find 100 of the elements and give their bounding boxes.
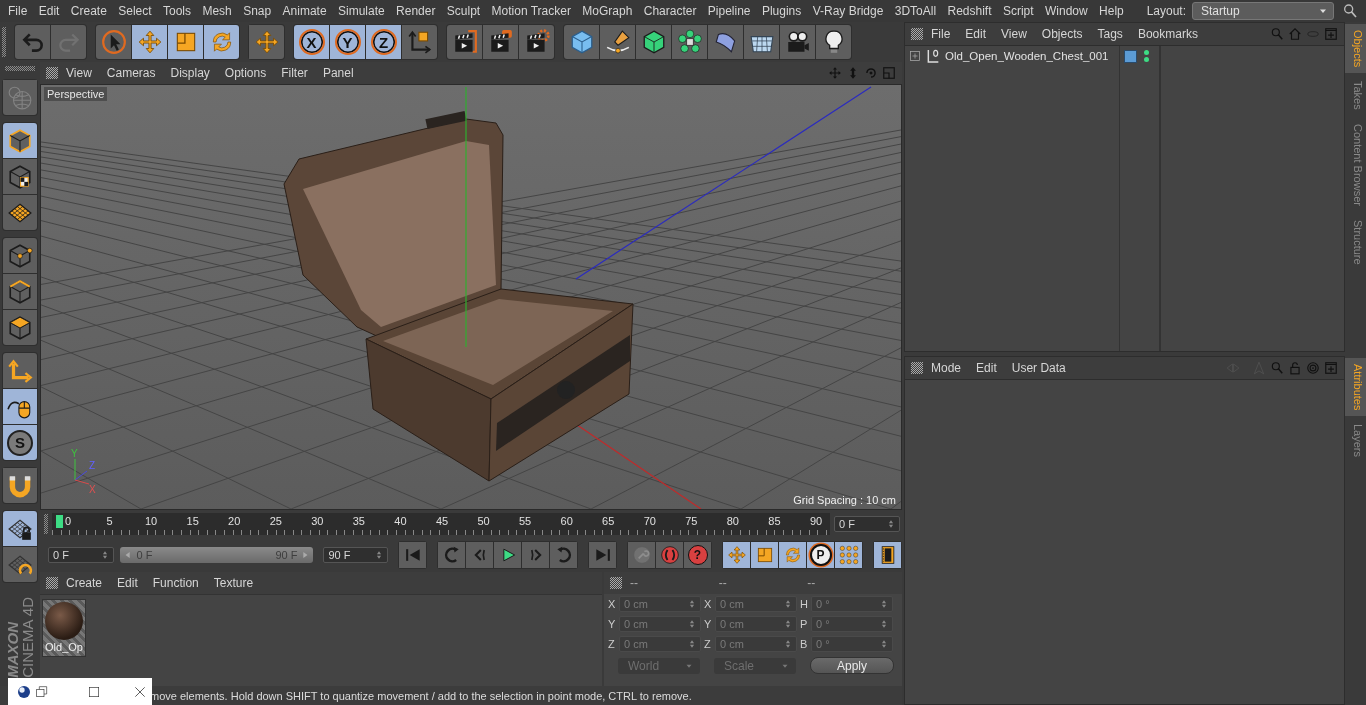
grip-icon[interactable]	[911, 28, 923, 40]
menu-item[interactable]: Plugins	[761, 4, 810, 18]
visibility-dot[interactable]	[1144, 50, 1149, 55]
layout-dropdown[interactable]: Startup	[1192, 2, 1334, 20]
spinner-icon[interactable]	[783, 639, 793, 649]
parameter-button[interactable]: P	[807, 542, 834, 568]
nav-rotate-icon[interactable]	[864, 66, 878, 80]
grip-icon[interactable]	[46, 577, 58, 589]
camera-button[interactable]	[780, 25, 815, 59]
home-icon[interactable]	[1288, 27, 1302, 41]
axis-corner-button[interactable]	[3, 353, 37, 388]
menu-item[interactable]: Snap	[243, 4, 280, 18]
menu-item[interactable]: File	[931, 27, 951, 41]
move-button[interactable]	[132, 25, 167, 59]
bulb-button[interactable]	[816, 25, 851, 59]
film-button[interactable]	[874, 542, 901, 568]
menu-item[interactable]: File	[8, 4, 36, 18]
menu-item[interactable]: View	[1001, 27, 1027, 41]
apply-button[interactable]: Apply	[810, 657, 894, 674]
side-tab[interactable]: Objects	[1345, 24, 1366, 74]
next-key-button[interactable]	[550, 542, 577, 568]
spinner-icon[interactable]	[879, 639, 889, 649]
dot-grid-button[interactable]	[835, 542, 862, 568]
play-button[interactable]	[494, 542, 521, 568]
axis-lock-button[interactable]: Z	[366, 25, 401, 59]
menu-item[interactable]: Edit	[965, 27, 987, 41]
workplane-grid-button[interactable]	[3, 195, 37, 230]
axis-lock-button[interactable]: X	[294, 25, 329, 59]
material-tag-icon[interactable]	[1124, 49, 1137, 63]
coordinate-system-button[interactable]	[402, 25, 437, 59]
spinner-icon[interactable]	[783, 619, 793, 629]
mouse-button[interactable]	[3, 389, 37, 424]
menu-item[interactable]: Sculpt	[446, 4, 489, 18]
rotate-button[interactable]	[779, 542, 806, 568]
menu-item[interactable]: Help	[1099, 4, 1133, 18]
snap-button[interactable]: S	[3, 425, 37, 460]
menu-item[interactable]: V-Ray Bridge	[812, 4, 892, 18]
menu-item[interactable]: Options	[224, 66, 267, 80]
grip-icon[interactable]	[44, 514, 48, 534]
edge-cube-button[interactable]	[3, 274, 37, 309]
window-plus-icon[interactable]	[1324, 27, 1338, 41]
menu-item[interactable]: Script	[1002, 4, 1042, 18]
viewport-canvas[interactable]: Perspective Y Z X Grid Spacing : 10 cm	[40, 84, 902, 510]
spinner-icon[interactable]	[879, 619, 889, 629]
clapboard-gear-button[interactable]	[519, 25, 554, 59]
restore-icon[interactable]	[34, 683, 50, 700]
material-item[interactable]: Old_Op	[42, 599, 86, 657]
end-frame-field[interactable]: 90 F	[323, 547, 388, 563]
autokey-button[interactable]	[656, 542, 683, 568]
menu-item[interactable]: Pipeline	[707, 4, 759, 18]
app-icon[interactable]	[16, 683, 32, 700]
spinner-icon[interactable]	[783, 599, 793, 609]
side-tab[interactable]: Attributes	[1345, 358, 1366, 417]
grid-lock-button[interactable]	[3, 511, 37, 546]
rotate-button[interactable]	[204, 25, 239, 59]
menu-item[interactable]: MoGraph	[582, 4, 641, 18]
menu-item[interactable]: Create	[66, 576, 103, 590]
select-button[interactable]	[96, 25, 131, 59]
menu-item[interactable]: Window	[1045, 4, 1097, 18]
magnet-button[interactable]	[3, 468, 37, 503]
start-frame-field[interactable]: 0 F	[48, 547, 115, 563]
grip-icon[interactable]	[5, 66, 35, 71]
menu-item[interactable]: Simulate	[337, 4, 394, 18]
menu-item[interactable]: Cameras	[106, 66, 156, 80]
menu-item[interactable]: Edit	[117, 576, 138, 590]
spinner-icon[interactable]	[374, 550, 384, 560]
scale-button[interactable]	[751, 542, 778, 568]
move-button[interactable]	[723, 542, 750, 568]
menu-item[interactable]: Bookmarks	[1137, 27, 1198, 41]
menu-item[interactable]: Render	[396, 4, 444, 18]
timeline-ruler[interactable]: 0 5 10 15 20 25 30 35 40 45 50 55 60 65 70 75 80 85 90	[52, 513, 830, 535]
bend-button[interactable]	[708, 25, 743, 59]
menu-item[interactable]: Function	[152, 576, 199, 590]
menu-item[interactable]: Tools	[163, 4, 200, 18]
menu-item[interactable]: View	[66, 66, 92, 80]
menu-item[interactable]: User Data	[1011, 361, 1066, 375]
nav-move-icon[interactable]	[828, 66, 842, 80]
menu-item[interactable]: 3DToAll	[894, 4, 945, 18]
move-button[interactable]	[249, 25, 284, 59]
polygon-cube-button[interactable]	[3, 310, 37, 345]
cloner-button[interactable]	[672, 25, 707, 59]
menu-item[interactable]: Create	[70, 4, 116, 18]
menu-item[interactable]: Filter	[281, 66, 308, 80]
menu-item[interactable]: Character	[643, 4, 705, 18]
cube-button[interactable]	[564, 25, 599, 59]
spinner-icon[interactable]	[687, 599, 697, 609]
current-frame-field[interactable]: 0 F	[834, 516, 900, 532]
search-icon[interactable]	[1342, 3, 1358, 19]
solid-cube-button[interactable]	[636, 25, 671, 59]
spinner-icon[interactable]	[879, 599, 889, 609]
menu-item[interactable]: Edit	[38, 4, 68, 18]
help-button[interactable]: ?	[684, 542, 711, 568]
spinner-icon[interactable]	[687, 619, 697, 629]
grid-rotate-button[interactable]	[3, 547, 37, 582]
lock-icon[interactable]	[1288, 361, 1302, 375]
axis-lock-button[interactable]: Y	[330, 25, 365, 59]
spinner-icon[interactable]	[687, 639, 697, 649]
object-name[interactable]: Old_Open_Wooden_Chest_001	[945, 50, 1109, 62]
first-frame-button[interactable]	[399, 542, 426, 568]
undo-button[interactable]	[15, 25, 50, 59]
